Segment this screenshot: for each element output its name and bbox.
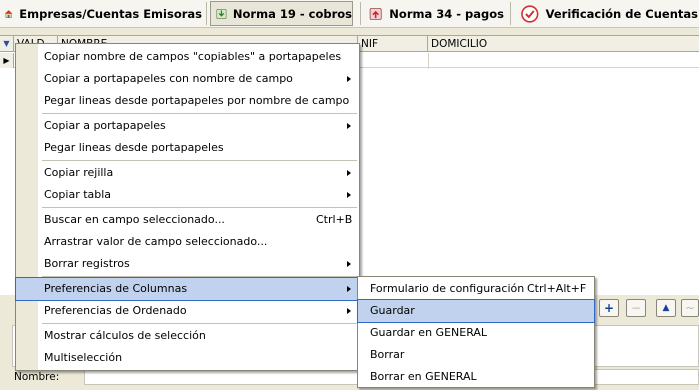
menu-item-shortcut: Ctrl+B bbox=[316, 213, 353, 226]
row-indicator-icon: ▶ bbox=[0, 53, 14, 68]
menu-item-pegar-por-nombre[interactable]: Pegar lineas desde portapapeles por nomb… bbox=[16, 90, 359, 112]
menu-item-label: Multiselección bbox=[44, 351, 123, 364]
menu-item-label: Borrar bbox=[370, 348, 405, 361]
menu-item-label: Copiar tabla bbox=[44, 188, 112, 201]
separator bbox=[206, 2, 207, 25]
menu-separator bbox=[42, 207, 357, 208]
menu-separator bbox=[42, 323, 357, 324]
submenu-item-guardar[interactable]: Guardar bbox=[357, 299, 595, 323]
menu-item-label: Copiar a portapapeles bbox=[44, 119, 166, 132]
submenu-arrow-icon bbox=[347, 170, 351, 176]
move-up-button[interactable]: ▲ bbox=[656, 299, 676, 317]
menu-item-label: Pegar lineas desde portapapeles por nomb… bbox=[44, 94, 350, 107]
menu-item-label: Copiar nombre de campos "copiables" a po… bbox=[44, 50, 342, 63]
upload-red-icon bbox=[369, 7, 382, 20]
submenu-item-guardar-general[interactable]: Guardar en GENERAL bbox=[358, 322, 594, 344]
menu-item-label: Pegar lineas desde portapapeles bbox=[44, 141, 224, 154]
menu-item-mostrar-calculos[interactable]: Mostrar cálculos de selección bbox=[16, 325, 359, 347]
menu-item-label: Copiar a portapapeles con nombre de camp… bbox=[44, 72, 293, 85]
menu-separator bbox=[42, 276, 357, 277]
verificacion-button[interactable]: Verificación de Cuentas bbox=[520, 0, 698, 27]
sort-arrow-icon[interactable]: ▼ bbox=[0, 36, 14, 52]
remove-button[interactable]: − bbox=[626, 299, 646, 317]
norma34-label: Norma 34 - pagos bbox=[389, 6, 504, 21]
menu-item-pegar-lineas[interactable]: Pegar lineas desde portapapeles bbox=[16, 137, 359, 159]
menu-item-shortcut: Ctrl+Alt+F bbox=[527, 282, 587, 295]
menu-item-arrastrar-valor[interactable]: Arrastrar valor de campo seleccionado... bbox=[16, 231, 359, 253]
menu-item-copiar-portapapeles[interactable]: Copiar a portapapeles bbox=[16, 115, 359, 137]
verificacion-label: Verificación de Cuentas bbox=[545, 6, 698, 21]
submenu-arrow-icon bbox=[347, 308, 351, 314]
menu-item-label: Guardar en GENERAL bbox=[370, 326, 488, 339]
norma19-button[interactable]: Norma 19 - cobros bbox=[210, 1, 353, 26]
separator bbox=[510, 2, 511, 25]
submenu-arrow-icon bbox=[347, 192, 351, 198]
menu-item-label: Buscar en campo seleccionado... bbox=[44, 213, 225, 226]
menu-item-label: Borrar en GENERAL bbox=[370, 370, 477, 383]
menu-item-label: Preferencias de Ordenado bbox=[44, 304, 187, 317]
nombre-label: Nombre: bbox=[14, 371, 60, 383]
menu-item-buscar-campo[interactable]: Buscar en campo seleccionado... Ctrl+B bbox=[16, 209, 359, 231]
menu-item-label: Preferencias de Columnas bbox=[44, 282, 188, 295]
menu-item-preferencias-columnas[interactable]: Preferencias de Columnas bbox=[15, 277, 360, 301]
menu-item-copiar-tabla[interactable]: Copiar tabla bbox=[16, 184, 359, 206]
add-button[interactable]: + bbox=[599, 299, 619, 317]
submenu-arrow-icon bbox=[347, 123, 351, 129]
column-nif[interactable]: NIF bbox=[358, 36, 428, 52]
menu-separator bbox=[42, 113, 357, 114]
norma34-button[interactable]: Norma 34 - pagos bbox=[368, 0, 504, 27]
house-icon bbox=[4, 9, 13, 18]
submenu-preferencias-columnas: Formulario de configuración Ctrl+Alt+F Gu… bbox=[357, 276, 595, 388]
menu-item-label: Arrastrar valor de campo seleccionado... bbox=[44, 235, 268, 248]
submenu-item-borrar[interactable]: Borrar bbox=[358, 344, 594, 366]
check-circle-icon bbox=[521, 4, 539, 23]
edit-button[interactable]: ~ bbox=[681, 299, 699, 317]
menu-item-copiar-con-nombre[interactable]: Copiar a portapapeles con nombre de camp… bbox=[16, 68, 359, 90]
menu-item-label: Copiar rejilla bbox=[44, 166, 114, 179]
cell-divider bbox=[428, 53, 429, 69]
menu-item-label: Mostrar cálculos de selección bbox=[44, 329, 206, 342]
empresas-button[interactable]: Empresas/Cuentas Emisoras bbox=[4, 0, 202, 27]
download-green-icon bbox=[216, 8, 227, 19]
submenu-arrow-icon bbox=[347, 286, 351, 292]
menu-item-label: Guardar bbox=[370, 304, 415, 317]
menu-item-copiar-nombre-campos[interactable]: Copiar nombre de campos "copiables" a po… bbox=[16, 46, 359, 68]
norma19-label: Norma 19 - cobros bbox=[232, 6, 352, 21]
menu-item-copiar-rejilla[interactable]: Copiar rejilla bbox=[16, 162, 359, 184]
column-domicilio[interactable]: DOMICILIO bbox=[428, 36, 699, 52]
menu-separator bbox=[42, 160, 357, 161]
menu-item-label: Borrar registros bbox=[44, 257, 130, 270]
submenu-item-borrar-general[interactable]: Borrar en GENERAL bbox=[358, 366, 594, 388]
context-menu: Copiar nombre de campos "copiables" a po… bbox=[15, 43, 360, 371]
menu-item-preferencias-ordenado[interactable]: Preferencias de Ordenado bbox=[16, 300, 359, 322]
submenu-arrow-icon bbox=[347, 76, 351, 82]
submenu-item-formulario-configuracion[interactable]: Formulario de configuración Ctrl+Alt+F bbox=[358, 278, 594, 300]
empresas-label: Empresas/Cuentas Emisoras bbox=[19, 6, 202, 21]
menu-item-borrar-registros[interactable]: Borrar registros bbox=[16, 253, 359, 275]
menu-item-label: Formulario de configuración bbox=[370, 282, 525, 295]
separator bbox=[360, 2, 361, 25]
submenu-arrow-icon bbox=[347, 261, 351, 267]
toolbar: Empresas/Cuentas Emisoras Norma 19 - cob… bbox=[0, 0, 699, 28]
menu-item-multiseleccion[interactable]: Multiselección bbox=[16, 347, 359, 369]
